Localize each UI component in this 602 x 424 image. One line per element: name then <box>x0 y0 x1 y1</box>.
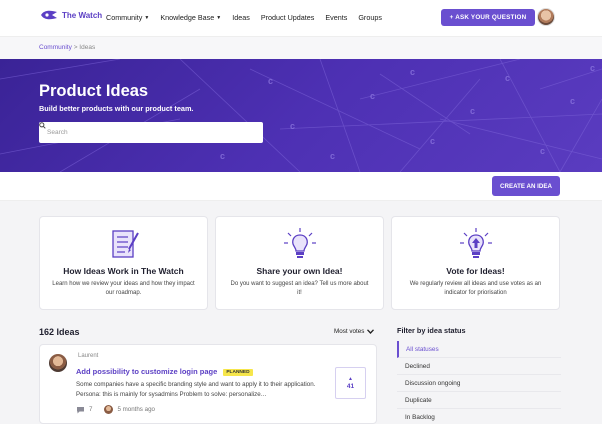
breadcrumb-separator: > <box>73 44 78 51</box>
filter-status-declined[interactable]: Declined <box>397 358 561 375</box>
ask-question-button[interactable]: + ASK YOUR QUESTION <box>441 9 535 26</box>
sort-label: Most votes <box>334 328 365 335</box>
sort-dropdown[interactable]: Most votes <box>334 328 375 335</box>
svg-text:c: c <box>570 96 575 106</box>
idea-meta: 7 5 months ago <box>76 405 155 414</box>
nav-link-ideas[interactable]: Ideas <box>232 13 250 22</box>
comment-count: 7 <box>89 406 93 413</box>
card-title: Share your own Idea! <box>256 266 343 276</box>
svg-text:c: c <box>268 76 273 86</box>
nav-link-knowledge-base[interactable]: Knowledge Base ▼ <box>160 13 221 22</box>
svg-text:c: c <box>470 106 475 116</box>
vote-button[interactable]: ▲ 41 <box>335 367 366 399</box>
nav-link-label: Product Updates <box>260 13 315 22</box>
svg-text:c: c <box>540 146 545 156</box>
status-badge: PLANNED <box>223 368 253 376</box>
idea-time: 5 months ago <box>117 406 155 413</box>
nav-link-label: Ideas <box>232 13 250 22</box>
svg-text:c: c <box>430 136 435 146</box>
status-filter-list: All statuses Declined Discussion ongoing Du… <box>397 341 561 424</box>
breadcrumb-bar: Community > Ideas <box>0 36 602 59</box>
svg-text:c: c <box>590 63 595 73</box>
logo-icon <box>41 10 57 20</box>
search-placeholder: Search <box>47 129 68 136</box>
author-avatar <box>49 354 67 372</box>
filter-status-all-statuses[interactable]: All statuses <box>397 341 561 358</box>
page-title: Product Ideas <box>39 82 149 100</box>
comment-icon <box>77 406 84 413</box>
nav-link-label: Knowledge Base <box>160 13 215 22</box>
nav-link-community[interactable]: Community ▼ <box>106 13 149 22</box>
hero-banner: c c c c c c c c c c c c Product Ideas Bu… <box>0 59 602 172</box>
chevron-down-icon <box>367 329 375 334</box>
svg-text:c: c <box>330 151 335 161</box>
page-subtitle: Build better products with our product t… <box>39 104 194 113</box>
checklist-icon <box>111 230 139 258</box>
brand-logo[interactable]: The Watch <box>40 9 102 21</box>
ideas-count: 162 Ideas <box>39 327 80 337</box>
idea-list-item[interactable]: Laurent Add possibility to customize log… <box>39 344 377 424</box>
idea-title: Add possibility to customize login page <box>76 367 218 376</box>
logo-text: The Watch <box>62 10 103 20</box>
upvote-arrow-icon: ▲ <box>348 376 353 382</box>
card-title: How Ideas Work in The Watch <box>63 266 184 276</box>
info-card-vote-ideas[interactable]: Vote for Ideas! We regularly review all … <box>391 216 560 310</box>
svg-text:c: c <box>290 121 295 131</box>
nav-link-events[interactable]: Events <box>325 13 347 22</box>
breadcrumb-current: Ideas <box>79 44 96 51</box>
search-icon <box>39 122 46 129</box>
filter-status-discussion-ongoing[interactable]: Discussion ongoing <box>397 375 561 392</box>
nav-link-groups[interactable]: Groups <box>358 13 382 22</box>
idea-excerpt: Some companies have a specific branding … <box>76 381 316 398</box>
filter-status-in-backlog[interactable]: In Backlog <box>397 409 561 424</box>
nav-link-label: Groups <box>358 13 382 22</box>
create-idea-button[interactable]: CREATE AN IDEA <box>492 176 560 196</box>
breadcrumb: Community > Ideas <box>39 44 95 51</box>
card-description: Do you want to suggest an idea? Tell us … <box>230 281 369 296</box>
svg-text:c: c <box>220 151 225 161</box>
svg-text:c: c <box>410 67 415 77</box>
nav-link-label: Community <box>106 13 143 22</box>
filter-status-duplicate[interactable]: Duplicate <box>397 392 561 409</box>
top-navigation: The Watch Community ▼ Knowledge Base ▼ Ideas… <box>0 0 602 36</box>
action-bar: CREATE AN IDEA <box>0 172 602 201</box>
filter-title: Filter by idea status <box>397 326 466 335</box>
card-description: We regularly review all ideas and use vo… <box>409 281 542 296</box>
svg-text:c: c <box>370 91 375 101</box>
hero-network-pattern: c c c c c c c c c c c c <box>0 59 602 172</box>
info-card-how-ideas-work[interactable]: How Ideas Work in The Watch Learn how we… <box>39 216 208 310</box>
vote-count: 41 <box>346 383 355 390</box>
main-menu: Community ▼ Knowledge Base ▼ Ideas Product Up… <box>106 13 393 22</box>
svg-text:c: c <box>505 73 510 83</box>
last-reply-avatar <box>104 405 114 414</box>
breadcrumb-community-link[interactable]: Community <box>39 44 72 51</box>
chevron-down-icon: ▼ <box>216 14 222 21</box>
search-input[interactable]: Search <box>39 122 263 143</box>
info-card-share-idea[interactable]: Share your own Idea! Do you want to sugg… <box>215 216 384 310</box>
card-title: Vote for Ideas! <box>446 266 505 276</box>
idea-author: Laurent <box>78 353 99 359</box>
chevron-down-icon: ▼ <box>144 14 150 21</box>
card-description: Learn how we review your ideas and how t… <box>52 281 195 296</box>
user-avatar[interactable] <box>537 8 555 26</box>
idea-title-link[interactable]: Add possibility to customize login page … <box>76 367 253 376</box>
lightbulb-upvote-icon <box>459 228 492 258</box>
nav-link-label: Events <box>325 13 348 22</box>
nav-link-product-updates[interactable]: Product Updates <box>261 13 315 22</box>
lightbulb-icon <box>283 228 316 258</box>
